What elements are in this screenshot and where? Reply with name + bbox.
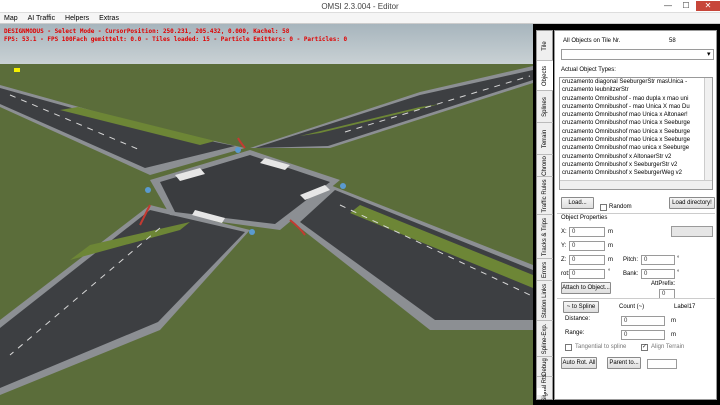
menu-extras[interactable]: Extras (95, 13, 123, 24)
debug-line-mode: DESIGNMODUS - Select Mode - CursorPositi… (4, 28, 290, 35)
actual-types-label: Actual Object Types: (561, 67, 616, 73)
to-spline-button[interactable]: ~ to Spline ... (563, 301, 599, 320)
label17: Label17 (674, 304, 696, 310)
rot-unit: ° (608, 269, 611, 275)
list-item[interactable]: cruzamento Omnibushof - mao Unica X mao … (560, 103, 705, 111)
editor-sidebar: Tile Objects Splines Terrain Chrono Traf… (533, 24, 720, 405)
menu-bar: Map AI Traffic Helpers Extras (0, 13, 720, 24)
count-label: Count (~) (619, 304, 645, 310)
distance-label: Distance: (565, 316, 591, 322)
all-objects-label: All Objects on Tile Nr. (563, 38, 621, 44)
list-item[interactable]: cruzamento Omnibushof mao Unica x Seebur… (560, 128, 705, 136)
parent-to-button[interactable]: Parent to... (607, 357, 641, 369)
list-item[interactable]: cruzamento Omnibushof x SeeburgerWeg v2 (560, 169, 705, 177)
list-item[interactable]: cruzamento Omnibushof mao Unica x Altona… (560, 111, 705, 119)
auto-rot-all-button[interactable]: Auto Rot. All (561, 357, 597, 369)
list-item[interactable]: cruzamento Omnibushof mao Unica x Seebur… (560, 136, 705, 144)
tab-terrain[interactable]: Terrain (537, 123, 553, 155)
list-item[interactable]: cruzamento Omnibushof mao Unica x Seebur… (560, 119, 705, 127)
x-field[interactable]: 0 (569, 227, 605, 237)
x-unit: m (608, 229, 613, 235)
list-item[interactable]: cruzamento leubnitzerStr (560, 86, 705, 94)
attprefix-label: AttPrefix: (651, 281, 676, 287)
intersection-scene (0, 66, 533, 395)
tile-number: 58 (669, 38, 676, 44)
y-unit: m (608, 243, 613, 249)
x-label: X: (561, 229, 567, 235)
debug-line-fps: FPS: 53.1 - FPS 100Fach gemittelt: 0.0 -… (4, 36, 348, 43)
pitch-unit: ° (677, 256, 680, 262)
color-preview-box[interactable] (671, 226, 713, 237)
menu-map[interactable]: Map (0, 13, 22, 24)
tab-traffic-rules[interactable]: Traffic Rules (537, 177, 553, 215)
rot-field[interactable]: 0 (569, 269, 605, 279)
list-item[interactable]: cruzamento Omnibushof mao unica x Seebur… (560, 144, 705, 152)
parent-field[interactable] (647, 359, 677, 369)
y-label: Y: (561, 243, 567, 249)
menu-helpers[interactable]: Helpers (61, 13, 93, 24)
distance-field[interactable]: 0 (621, 316, 665, 326)
chevron-down-icon[interactable]: ▾ (707, 50, 711, 58)
minimize-button[interactable]: — (660, 1, 676, 11)
map-viewport[interactable]: DESIGNMODUS - Select Mode - CursorPositi… (0, 24, 533, 405)
tangential-checkbox[interactable] (565, 344, 572, 351)
tab-station-links[interactable]: Station Links (537, 281, 553, 321)
maximize-button[interactable]: ☐ (678, 1, 694, 11)
random-label: Random (609, 204, 632, 210)
pitch-field[interactable]: 0 (641, 255, 675, 265)
align-terrain-label: Align Terrain (651, 344, 685, 350)
bank-unit: ° (677, 270, 680, 276)
distance-unit: m (671, 318, 676, 324)
window-title: OMSI 2.3.004 - Editor (321, 2, 399, 11)
close-button[interactable]: ✕ (696, 1, 720, 11)
load-directory-button[interactable]: Load directory! (669, 197, 715, 209)
object-types-list[interactable]: cruzamento diagonal SeeburgerStr masUnic… (559, 77, 713, 190)
list-item[interactable]: cruzamento Omnibushof - mao dupla x mao … (560, 95, 705, 103)
objects-panel: All Objects on Tile Nr. 58 ▾ Actual Obje… (554, 30, 717, 400)
list-item[interactable]: cruzamento Omnibushof x SeeburgerStr v2 (560, 161, 705, 169)
tab-tracks-trips[interactable]: Tracks & Trips (537, 215, 553, 259)
range-field[interactable]: 0 (621, 330, 665, 340)
divider (557, 213, 715, 214)
attach-to-object-button[interactable]: Attach to Object... (561, 282, 611, 294)
status-square (537, 388, 544, 395)
object-properties-label: Object Properties (561, 215, 608, 221)
tab-splines[interactable]: Splines (537, 91, 553, 123)
tab-objects[interactable]: Objects (537, 61, 553, 91)
divider (557, 298, 715, 299)
menu-ai-traffic[interactable]: AI Traffic (24, 13, 60, 24)
tab-tile[interactable]: Tile (537, 31, 553, 61)
yellow-marker-icon (14, 68, 20, 72)
bank-field[interactable]: 0 (641, 269, 675, 279)
object-dropdown[interactable] (561, 49, 714, 60)
vertical-tabs: Tile Objects Splines Terrain Chrono Traf… (536, 30, 553, 402)
list-item[interactable]: cruzamento diagonal SeeburgerStr masUnic… (560, 78, 705, 86)
tangential-label: Tangential to spline (575, 344, 627, 350)
bank-label: Bank: (623, 271, 639, 277)
z-label: Z: (561, 257, 567, 263)
z-unit: m (608, 257, 613, 263)
pitch-label: Pitch: (623, 257, 639, 263)
tab-spline-exp[interactable]: Spline-Exp. (537, 321, 553, 357)
tab-chrono[interactable]: Chrono (537, 155, 553, 177)
range-label: Range: (565, 330, 585, 336)
align-terrain-checkbox[interactable] (641, 343, 648, 351)
list-vertical-scrollbar[interactable] (704, 78, 712, 182)
z-field[interactable]: 0 (569, 255, 605, 265)
range-unit: m (671, 332, 676, 338)
title-bar: OMSI 2.3.004 - Editor — ☐ ✕ (0, 0, 720, 13)
load-button[interactable]: Load... (561, 197, 594, 209)
tab-errors[interactable]: Errors (537, 259, 553, 281)
list-horizontal-scrollbar[interactable] (560, 180, 712, 189)
list-item[interactable]: cruzamento Omnibushof x AltonaerStr v2 (560, 153, 705, 161)
y-field[interactable]: 0 (569, 241, 605, 251)
random-checkbox[interactable] (600, 204, 607, 211)
